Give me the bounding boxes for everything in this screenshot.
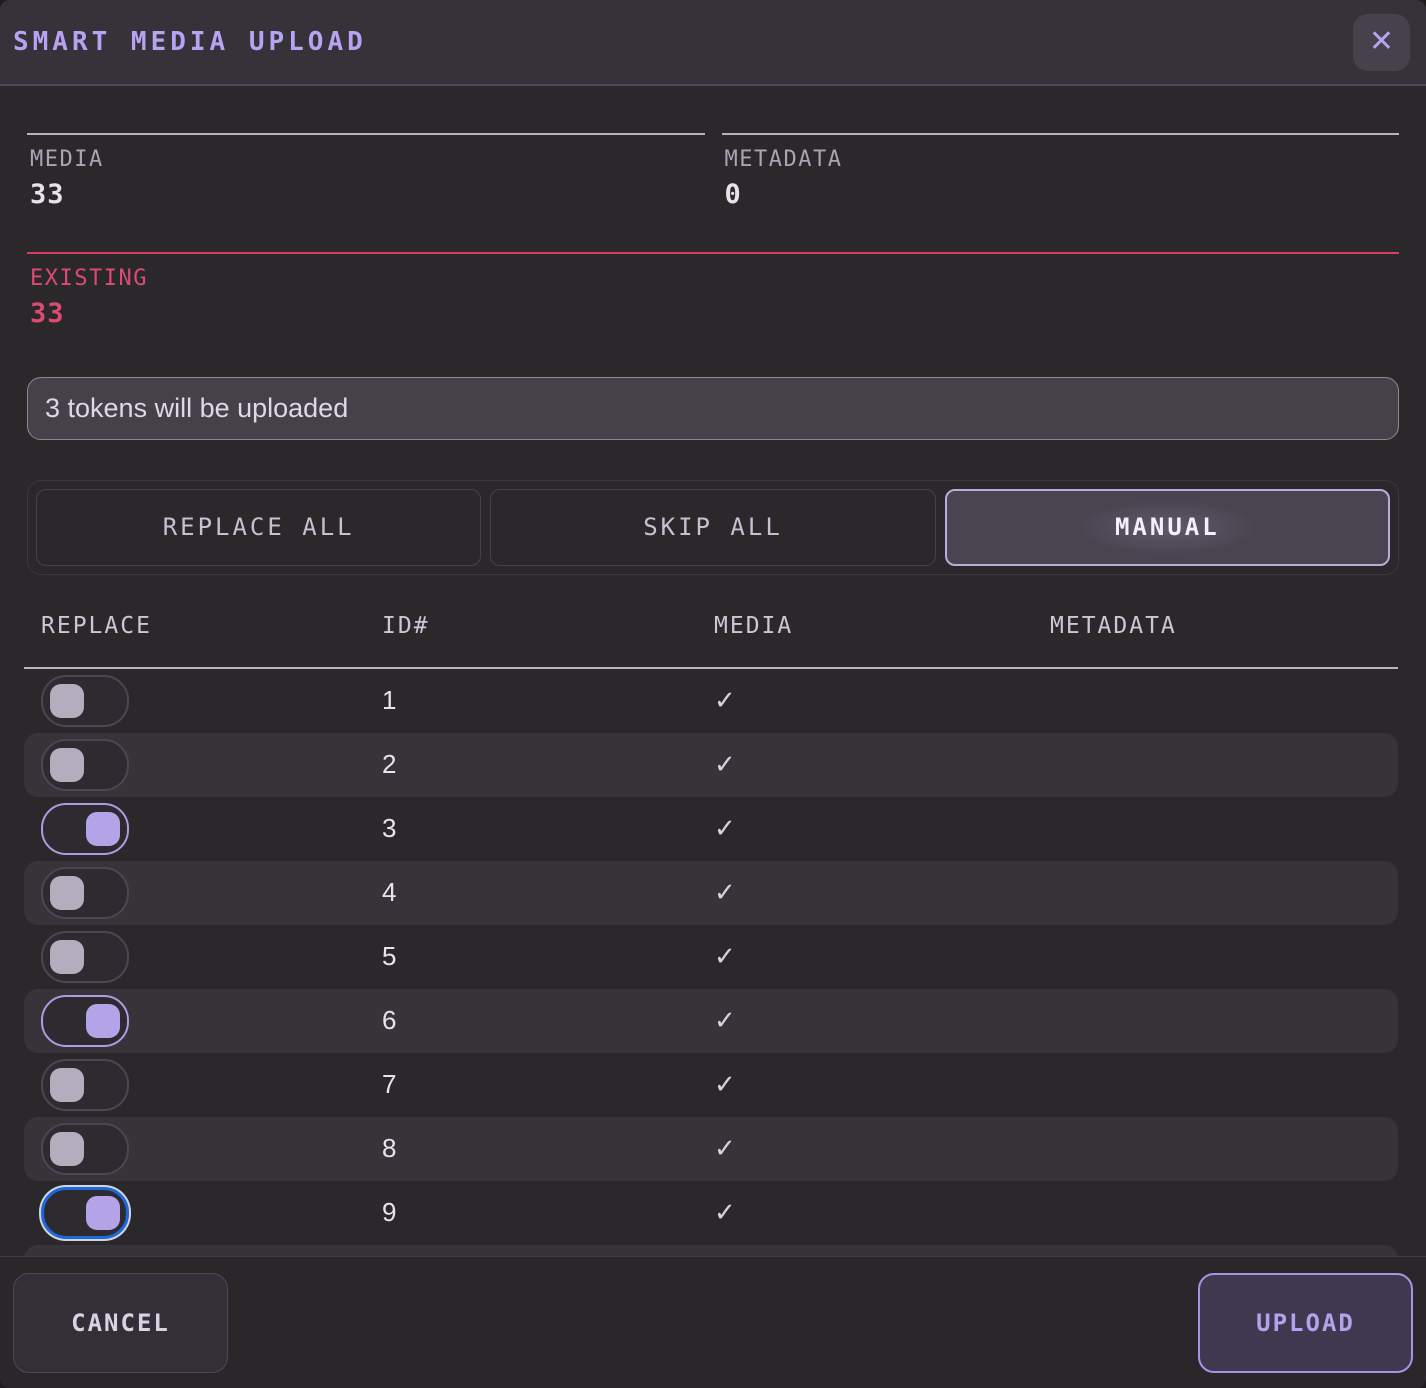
existing-stat: EXISTING 33 — [27, 252, 1399, 329]
dialog-footer: CANCEL UPLOAD — [0, 1256, 1426, 1388]
table-row: 7✓ — [24, 1053, 1398, 1117]
replace-toggle[interactable] — [41, 995, 129, 1047]
media-check-icon: ✓ — [714, 1134, 736, 1164]
toggle-knob — [50, 1132, 84, 1166]
existing-stat-label: EXISTING — [30, 266, 1396, 291]
dialog-body: MEDIA 33 METADATA 0 EXISTING 33 3 tokens… — [0, 86, 1426, 1256]
column-header-media: MEDIA — [714, 613, 1050, 639]
table-row: 5✓ — [24, 925, 1398, 989]
media-stat-value: 33 — [30, 179, 702, 210]
column-header-id: ID# — [382, 613, 714, 639]
table-row: 9✓ — [24, 1181, 1398, 1245]
replace-toggle[interactable] — [41, 739, 129, 791]
metadata-stat-label: METADATA — [725, 147, 1397, 172]
table-row: 1✓ — [24, 669, 1398, 733]
media-check-icon: ✓ — [714, 942, 736, 972]
table-row: 4✓ — [24, 861, 1398, 925]
smart-media-upload-dialog: SMART MEDIA UPLOAD ✕ MEDIA 33 METADATA 0… — [0, 0, 1426, 1388]
media-stat: MEDIA 33 — [27, 133, 705, 210]
dialog-header: SMART MEDIA UPLOAD ✕ — [0, 0, 1426, 86]
replace-toggle[interactable] — [41, 1187, 129, 1239]
metadata-stat-value: 0 — [725, 179, 1397, 210]
upload-stats: MEDIA 33 METADATA 0 — [27, 133, 1399, 210]
mode-selector: REPLACE ALL SKIP ALL MANUAL — [27, 480, 1399, 575]
row-id: 9 — [382, 1197, 714, 1228]
table-row: 8✓ — [24, 1117, 1398, 1181]
row-id: 8 — [382, 1133, 714, 1164]
toggle-knob — [50, 876, 84, 910]
table-row: 2✓ — [24, 733, 1398, 797]
row-id: 5 — [382, 941, 714, 972]
upload-notice: 3 tokens will be uploaded — [27, 377, 1399, 440]
media-check-icon: ✓ — [714, 814, 736, 844]
media-check-icon: ✓ — [714, 1198, 736, 1228]
replace-toggle[interactable] — [41, 931, 129, 983]
replace-toggle[interactable] — [41, 675, 129, 727]
manual-button[interactable]: MANUAL — [945, 489, 1390, 566]
media-check-icon: ✓ — [714, 1006, 736, 1036]
media-check-icon: ✓ — [714, 878, 736, 908]
media-stat-label: MEDIA — [30, 147, 702, 172]
row-id: 2 — [382, 749, 714, 780]
row-id: 7 — [382, 1069, 714, 1100]
toggle-knob — [50, 684, 84, 718]
toggle-knob — [50, 940, 84, 974]
close-icon: ✕ — [1369, 27, 1394, 57]
toggle-knob — [50, 1068, 84, 1102]
skip-all-button[interactable]: SKIP ALL — [490, 489, 935, 566]
toggle-knob — [86, 812, 120, 846]
replace-toggle[interactable] — [41, 1123, 129, 1175]
toggle-knob — [86, 1196, 120, 1230]
existing-stat-value: 33 — [30, 298, 1396, 329]
column-header-metadata: METADATA — [1050, 613, 1398, 639]
column-header-replace: REPLACE — [41, 613, 382, 639]
cancel-button[interactable]: CANCEL — [13, 1273, 228, 1373]
table-row: 3✓ — [24, 797, 1398, 861]
table-row: 6✓ — [24, 989, 1398, 1053]
row-id: 3 — [382, 813, 714, 844]
replace-toggle[interactable] — [41, 867, 129, 919]
replace-toggle[interactable] — [41, 803, 129, 855]
metadata-stat: METADATA 0 — [722, 133, 1400, 210]
replace-all-button[interactable]: REPLACE ALL — [36, 489, 481, 566]
upload-button[interactable]: UPLOAD — [1198, 1273, 1413, 1373]
replace-toggle[interactable] — [41, 1059, 129, 1111]
table-row-partial — [24, 1245, 1398, 1256]
table-header: REPLACE ID# MEDIA METADATA — [24, 613, 1398, 667]
table-rows: 1✓2✓3✓4✓5✓6✓7✓8✓9✓ — [24, 669, 1398, 1256]
upload-notice-text: 3 tokens will be uploaded — [45, 393, 348, 424]
toggle-knob — [86, 1004, 120, 1038]
media-check-icon: ✓ — [714, 1070, 736, 1100]
dialog-title: SMART MEDIA UPLOAD — [13, 27, 367, 57]
media-check-icon: ✓ — [714, 750, 736, 780]
row-id: 4 — [382, 877, 714, 908]
media-check-icon: ✓ — [714, 686, 736, 716]
row-id: 1 — [382, 685, 714, 716]
toggle-knob — [50, 748, 84, 782]
row-id: 6 — [382, 1005, 714, 1036]
close-button[interactable]: ✕ — [1353, 14, 1410, 71]
